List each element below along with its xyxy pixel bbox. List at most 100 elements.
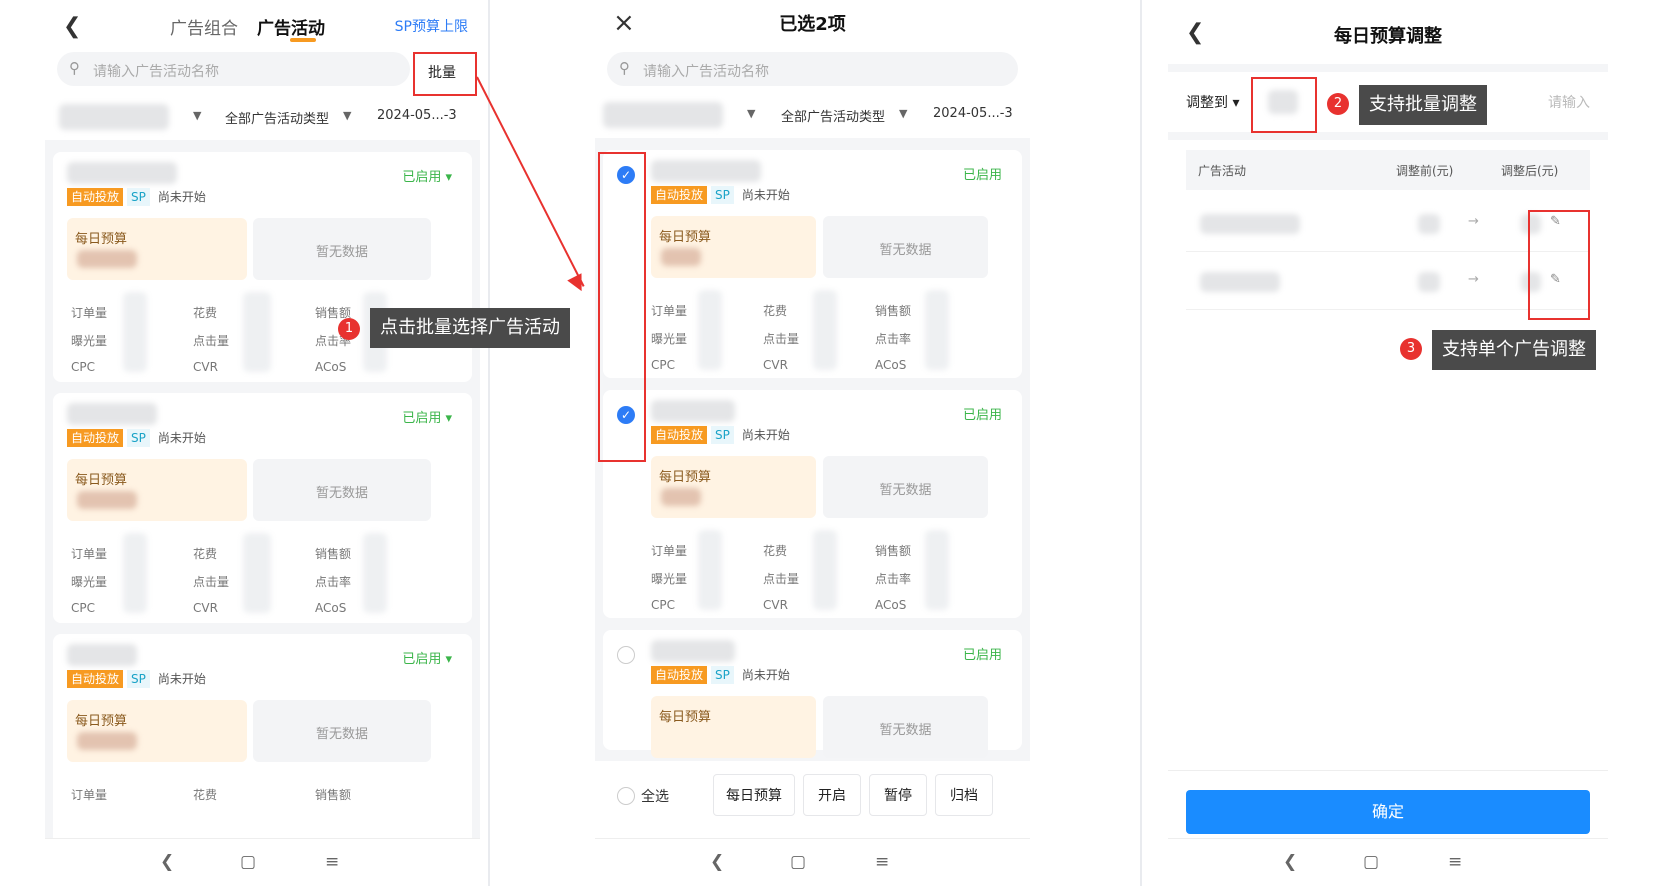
- annotation-badge: 2: [1327, 93, 1349, 115]
- metric-cpc: CPC: [651, 358, 675, 372]
- pause-button[interactable]: 暂停: [869, 774, 927, 816]
- daily-budget-box[interactable]: 每日预算: [67, 700, 247, 762]
- campaign-tags: 自动投放 SP 尚未开始: [651, 186, 794, 204]
- metric-orders: 订单量: [71, 547, 108, 561]
- search-bar[interactable]: ⚲ 请输入广告活动名称: [607, 52, 1018, 86]
- nav-home-icon[interactable]: ▢: [790, 852, 806, 872]
- status-label: 已启用: [402, 411, 442, 426]
- daily-budget-label: 每日预算: [659, 230, 712, 245]
- metric-values-blurred: [813, 530, 837, 610]
- adjust-mode-dropdown[interactable]: 调整到 ▾: [1186, 92, 1239, 112]
- date-filter[interactable]: 2024-05...-3: [377, 108, 457, 123]
- status-dropdown[interactable]: 已启用 ▾: [402, 648, 452, 667]
- campaign-list: ✓ 已启用 自动投放 SP 尚未开始 每日预算 暂无数据 订单量 花费 销售额 曝光…: [595, 138, 1030, 761]
- tag-state: 尚未开始: [157, 672, 206, 686]
- campaign-tags: 自动投放 SP 尚未开始: [651, 666, 794, 684]
- system-nav-bar: ❮ ▢ ≡: [1168, 838, 1608, 886]
- nav-back-icon[interactable]: ❮: [1283, 852, 1297, 872]
- tag-sp: SP: [127, 188, 150, 206]
- before-value-blurred: [1418, 272, 1440, 292]
- metric-cpc: CPC: [651, 598, 675, 612]
- back-icon[interactable]: ❮: [63, 14, 81, 39]
- campaign-card[interactable]: 已启用 ▾ 自动投放 SP 尚未开始 每日预算 暂无数据 订单量 花费 销售额: [53, 634, 472, 864]
- arrow-right-icon: →: [1468, 272, 1479, 287]
- metric-values-blurred: [813, 290, 837, 370]
- nav-home-icon[interactable]: ▢: [1363, 852, 1379, 872]
- tag-state: 尚未开始: [741, 428, 790, 442]
- status-label: 已启用: [962, 408, 1002, 423]
- nav-menu-icon[interactable]: ≡: [875, 852, 889, 872]
- nav-menu-icon[interactable]: ≡: [1448, 852, 1462, 872]
- campaign-tags: 自动投放 SP 尚未开始: [67, 188, 210, 206]
- chevron-down-icon[interactable]: ▼: [747, 107, 755, 120]
- tag-state: 尚未开始: [157, 190, 206, 204]
- search-icon: ⚲: [69, 59, 80, 77]
- tag-state: 尚未开始: [741, 668, 790, 682]
- confirm-button[interactable]: 确定: [1186, 790, 1590, 834]
- nav-back-icon[interactable]: ❮: [710, 852, 724, 872]
- daily-budget-box: 每日预算: [651, 696, 816, 758]
- metric-sales: 销售额: [875, 544, 912, 558]
- nodata-box: 暂无数据: [823, 216, 988, 278]
- daily-budget-label: 每日预算: [659, 470, 712, 485]
- campaign-card[interactable]: ✓ 已启用 自动投放 SP 尚未开始 每日预算 暂无数据 订单量 花费 销售额 曝光…: [603, 390, 1022, 618]
- metric-sales: 销售额: [315, 788, 352, 802]
- select-all-checkbox[interactable]: [617, 787, 635, 805]
- budget-value-blurred: [77, 250, 137, 268]
- tab-ad-campaign[interactable]: 广告活动: [257, 14, 325, 39]
- budget-value-blurred: [661, 488, 701, 506]
- checkbox-unchecked[interactable]: [617, 646, 635, 664]
- status-dropdown[interactable]: 已启用 ▾: [402, 407, 452, 426]
- campaign-type-filter[interactable]: 全部广告活动类型: [781, 106, 885, 125]
- chevron-down-icon[interactable]: ▼: [193, 109, 201, 122]
- nodata-label: 暂无数据: [879, 723, 932, 738]
- campaign-tags: 自动投放 SP 尚未开始: [67, 429, 210, 447]
- tab-ad-portfolio[interactable]: 广告组合: [170, 14, 238, 39]
- search-placeholder: 请输入广告活动名称: [643, 64, 769, 80]
- annotation-callout: 支持单个广告调整: [1432, 330, 1596, 370]
- section-gap: [1168, 64, 1608, 72]
- nav-home-icon[interactable]: ▢: [240, 852, 256, 872]
- metric-impressions: 曝光量: [651, 332, 688, 346]
- highlight-batch-input: [1251, 77, 1317, 133]
- date-filter[interactable]: 2024-05...-3: [933, 106, 1013, 121]
- chevron-down-icon[interactable]: ▼: [343, 109, 351, 122]
- account-filter-blurred[interactable]: [603, 102, 723, 128]
- daily-budget-label: 每日预算: [75, 232, 128, 247]
- archive-button[interactable]: 归档: [935, 774, 993, 816]
- annotation-callout: 点击批量选择广告活动: [370, 308, 570, 348]
- arrow-right-icon: →: [1468, 214, 1479, 229]
- campaign-card[interactable]: 已启用 自动投放 SP 尚未开始 每日预算 暂无数据: [603, 630, 1022, 758]
- status-dropdown[interactable]: 已启用 ▾: [402, 166, 452, 185]
- sp-budget-limit-link[interactable]: SP预算上限: [395, 16, 468, 36]
- search-icon: ⚲: [619, 59, 630, 77]
- highlight-row-edit: [1528, 210, 1590, 320]
- metric-values-blurred: [123, 533, 147, 613]
- daily-budget-box[interactable]: 每日预算: [67, 459, 247, 521]
- filter-bar: ▼ 全部广告活动类型 ▼ 2024-05...-3: [45, 98, 480, 134]
- nav-menu-icon[interactable]: ≡: [325, 852, 339, 872]
- account-filter-blurred[interactable]: [59, 104, 169, 130]
- campaign-type-filter[interactable]: 全部广告活动类型: [225, 108, 329, 127]
- campaign-card[interactable]: 已启用 ▾ 自动投放 SP 尚未开始 每日预算 暂无数据 订单量 花费 销售额 曝光…: [53, 393, 472, 623]
- metric-clicks: 点击量: [763, 572, 800, 586]
- daily-budget-box[interactable]: 每日预算: [67, 218, 247, 280]
- chevron-down-icon[interactable]: ▼: [899, 107, 907, 120]
- metric-values-blurred: [363, 533, 387, 613]
- budget-input[interactable]: 请输入: [1548, 92, 1590, 112]
- select-all-label[interactable]: 全选: [641, 786, 669, 806]
- nav-back-icon[interactable]: ❮: [160, 852, 174, 872]
- metric-clicks: 点击量: [193, 334, 230, 348]
- budget-value-blurred: [77, 732, 137, 750]
- campaign-card[interactable]: ✓ 已启用 自动投放 SP 尚未开始 每日预算 暂无数据 订单量 花费 销售额 曝光…: [603, 150, 1022, 378]
- search-bar[interactable]: ⚲ 请输入广告活动名称: [57, 52, 410, 86]
- filter-bar: ▼ 全部广告活动类型 ▼ 2024-05...-3: [595, 96, 1030, 132]
- tag-auto: 自动投放: [67, 429, 124, 447]
- tag-sp: SP: [127, 670, 150, 688]
- annotation-callout: 支持批量调整: [1359, 85, 1487, 125]
- daily-budget-button[interactable]: 每日预算: [713, 774, 795, 816]
- tag-auto: 自动投放: [651, 186, 708, 204]
- metric-spend: 花费: [193, 547, 218, 561]
- enable-button[interactable]: 开启: [803, 774, 861, 816]
- metric-values-blurred: [925, 290, 949, 370]
